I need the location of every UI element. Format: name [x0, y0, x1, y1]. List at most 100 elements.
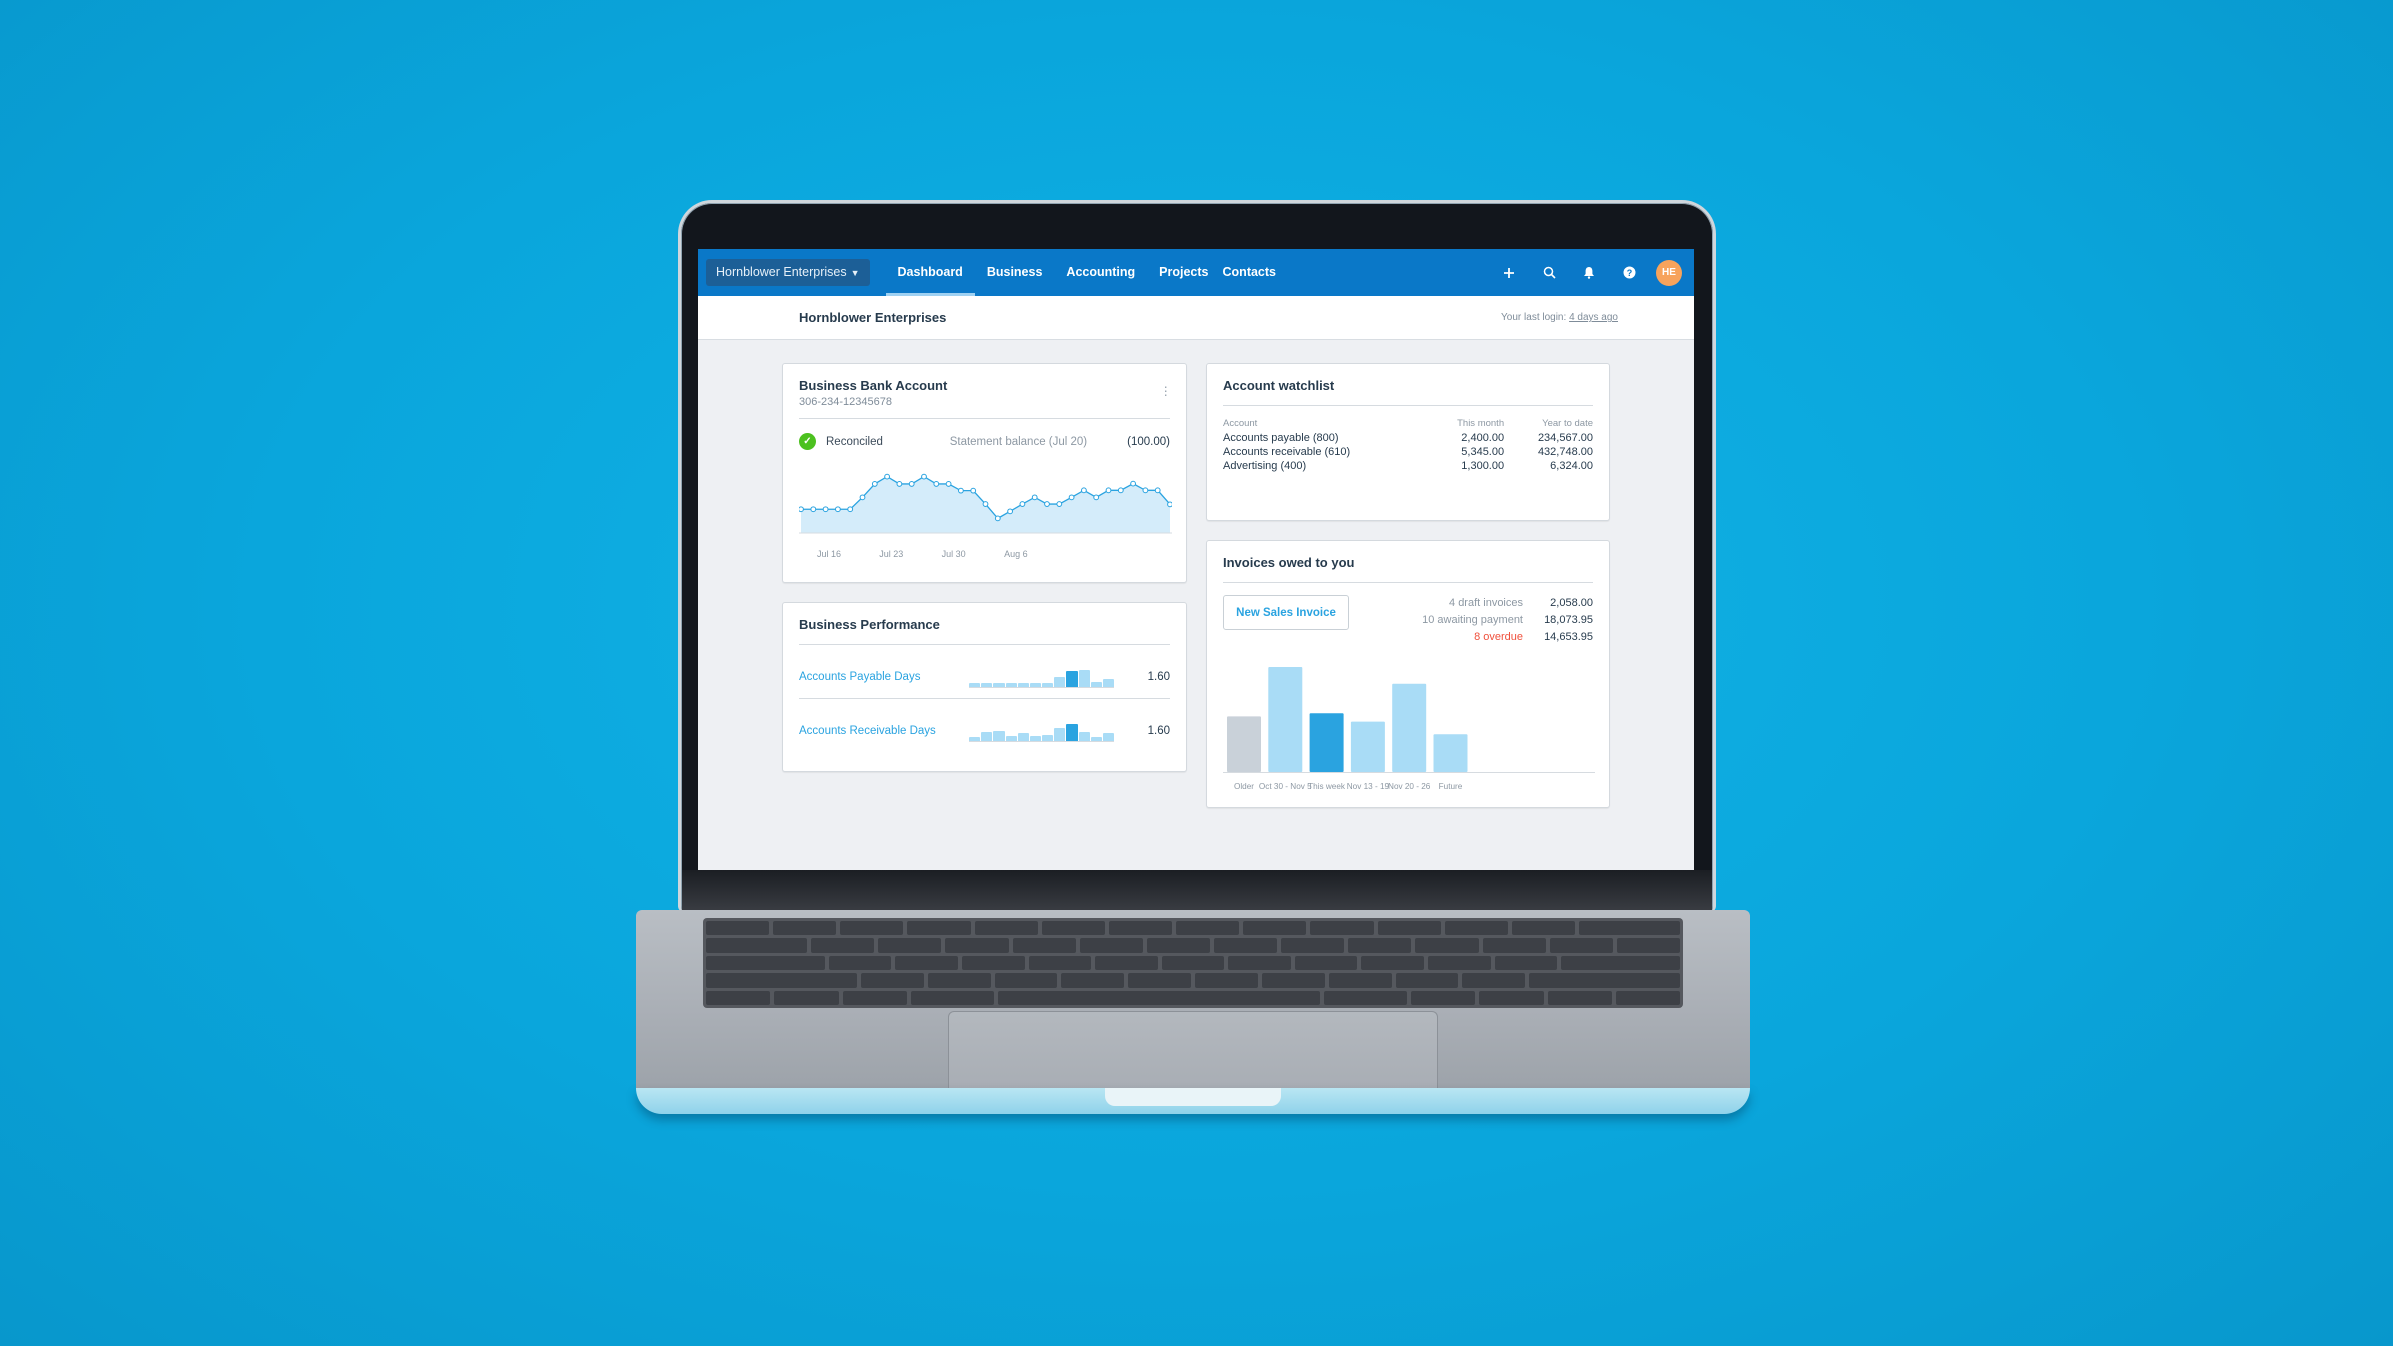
last-login-label: Your last login:: [1501, 312, 1567, 323]
help-icon[interactable]: ?: [1616, 260, 1642, 286]
tab-contacts[interactable]: Contacts: [1221, 249, 1288, 296]
table-row[interactable]: Advertising (400) 1,300.00 6,324.00: [1223, 459, 1593, 473]
line-chart-point: [835, 506, 841, 513]
this-month-value: 1,300.00: [1461, 460, 1505, 472]
receivable-sparkbars: [969, 710, 1115, 742]
last-login-link[interactable]: 4 days ago: [1569, 312, 1618, 323]
statement-balance-amount: (100.00): [1127, 435, 1170, 448]
invoices-bar-chart: Older Oct 30 - Nov 5This week Nov 13 - 19N…: [1223, 667, 1595, 791]
plus-icon[interactable]: [1496, 260, 1522, 286]
spark-bar: [993, 731, 1005, 741]
laptop-trackpad: [948, 1011, 1438, 1093]
line-chart-point: [799, 506, 804, 513]
spark-bar: [1090, 681, 1102, 687]
bar: [1433, 734, 1468, 772]
statement-balance-label: Statement balance (Jul 20): [949, 435, 1088, 448]
table-row[interactable]: Accounts payable (800) 2,400.00 234,567.…: [1223, 431, 1593, 445]
bar-category-label: This week: [1308, 782, 1346, 791]
tab-projects[interactable]: Projects: [1147, 249, 1220, 296]
bar: [1392, 683, 1427, 772]
accounts-payable-days-link[interactable]: Accounts Payable Days: [799, 671, 969, 683]
line-chart-point: [933, 481, 940, 487]
line-chart-point: [1044, 501, 1050, 507]
bank-account-card: Business Bank Account 306-234-12345678 ·…: [782, 363, 1187, 583]
line-chart-point: [810, 506, 817, 513]
tab-business[interactable]: Business: [975, 249, 1055, 296]
business-performance-title: Business Performance: [799, 617, 940, 632]
line-chart-point: [1167, 501, 1172, 508]
tab-accounting[interactable]: Accounting: [1054, 249, 1147, 296]
page-title: Hornblower Enterprises: [799, 310, 947, 325]
x-tick-label: Jul 23: [879, 549, 903, 559]
user-avatar[interactable]: HE: [1656, 259, 1682, 286]
line-chart-point: [1142, 487, 1149, 494]
line-chart-point: [908, 481, 915, 487]
column-header-account: Account: [1223, 418, 1258, 429]
this-month-value: 5,345.00: [1461, 446, 1505, 458]
laptop-keyboard: [703, 918, 1683, 1008]
reconcile-row: ✓ Reconciled Statement balance (Jul 20) …: [799, 433, 1170, 450]
line-chart-point: [1130, 480, 1137, 487]
spark-bar: [1066, 723, 1078, 741]
bell-icon[interactable]: [1576, 260, 1602, 286]
divider: [1223, 405, 1593, 406]
spark-bar: [969, 682, 981, 687]
line-chart-point: [859, 494, 866, 501]
bank-account-number: 306-234-12345678: [799, 396, 892, 408]
accounts-receivable-days-link[interactable]: Accounts Receivable Days: [799, 725, 969, 737]
line-chart-point: [921, 473, 927, 480]
spark-bar: [1029, 736, 1042, 741]
invoices-owed-card: Invoices owed to you New Sales Invoice 4…: [1206, 540, 1610, 808]
laptop-notch: [1105, 1088, 1281, 1106]
x-tick-label: Jul 16: [817, 549, 841, 559]
spark-bar: [1005, 682, 1017, 687]
x-tick-label: Aug 6: [1004, 549, 1028, 559]
divider: [1223, 582, 1593, 583]
ytd-value: 234,567.00: [1537, 432, 1593, 444]
line-chart-point: [1031, 494, 1038, 501]
bank-account-title[interactable]: Business Bank Account: [799, 378, 1170, 393]
check-circle-icon: ✓: [799, 433, 816, 450]
svg-text:?: ?: [1626, 268, 1632, 278]
perf-row-payable: Accounts Payable Days 1.60: [799, 645, 1170, 698]
invoices-title: Invoices owed to you: [1223, 555, 1355, 570]
spark-bar: [1102, 732, 1115, 741]
org-switcher[interactable]: Hornblower Enterprises ▼: [706, 259, 870, 286]
spark-bar: [993, 682, 1005, 687]
divider: [799, 418, 1170, 419]
more-options-icon[interactable]: · · ·: [1163, 379, 1168, 401]
account-watchlist-card: Account watchlist Account This month Yea…: [1206, 363, 1610, 521]
ytd-value: 432,748.00: [1537, 446, 1593, 458]
column-header-ytd: Year to date: [1542, 418, 1593, 429]
spark-bar: [1005, 736, 1017, 741]
bar-category-label: Nov 13 - 19: [1347, 782, 1390, 791]
payable-sparkbars: [969, 656, 1115, 688]
line-chart-point: [1117, 487, 1124, 494]
line-chart-point: [871, 481, 878, 487]
accounts-receivable-days-value: 1.60: [1147, 724, 1170, 737]
table-row[interactable]: Accounts receivable (610) 5,345.00 432,7…: [1223, 445, 1593, 459]
spark-bar: [1090, 736, 1102, 741]
column-header-this-month: This month: [1457, 418, 1505, 429]
line-chart-point: [970, 487, 977, 494]
line-chart-point: [1081, 487, 1087, 494]
line-chart-point: [847, 506, 854, 513]
spark-bar: [981, 732, 993, 741]
search-icon[interactable]: [1536, 260, 1562, 286]
spark-bar: [1102, 679, 1115, 687]
spark-bar: [1066, 670, 1078, 687]
line-chart-point: [1093, 494, 1100, 501]
bar: [1350, 721, 1385, 772]
account-name: Accounts payable (800): [1223, 432, 1339, 444]
watchlist-title: Account watchlist: [1223, 378, 1335, 393]
line-chart-point: [1068, 494, 1075, 501]
bar-category-label: Future: [1439, 782, 1463, 791]
last-login: Your last login: 4 days ago: [1501, 312, 1618, 323]
draft-invoices-row[interactable]: 4 draft invoices 2,058.00: [1422, 595, 1593, 612]
tab-dashboard[interactable]: Dashboard: [885, 249, 976, 296]
line-chart-point: [994, 515, 1001, 522]
line-chart-point: [1105, 487, 1112, 494]
app-screen: Hornblower Enterprises ▼ Dashboard Busine…: [698, 249, 1694, 870]
spark-bar: [1017, 732, 1029, 741]
line-chart-point: [1007, 508, 1014, 515]
